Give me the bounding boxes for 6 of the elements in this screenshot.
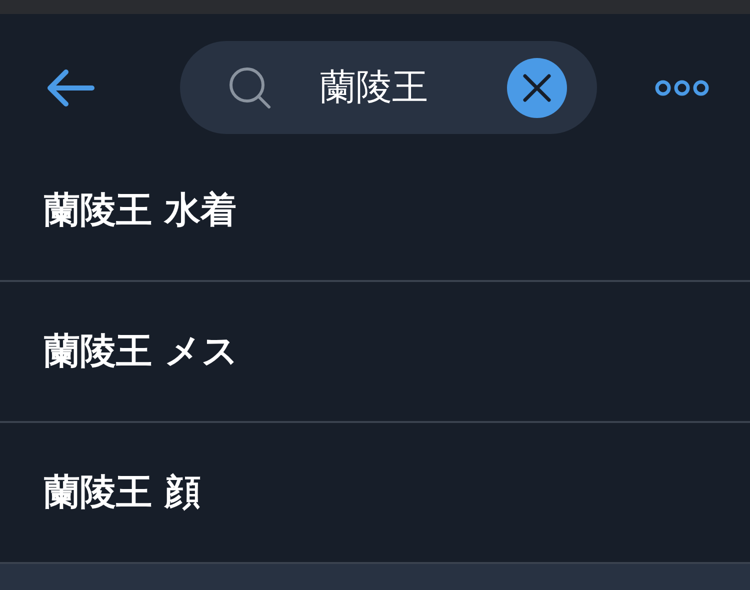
suggestion-item[interactable]: 蘭陵王 メス — [0, 282, 750, 423]
suggestion-item[interactable]: 蘭陵王 水着 — [0, 141, 750, 282]
close-icon — [521, 72, 553, 104]
more-icon[interactable] — [654, 78, 710, 98]
search-icon — [228, 66, 272, 110]
search-field[interactable]: 蘭陵王 — [272, 67, 507, 108]
